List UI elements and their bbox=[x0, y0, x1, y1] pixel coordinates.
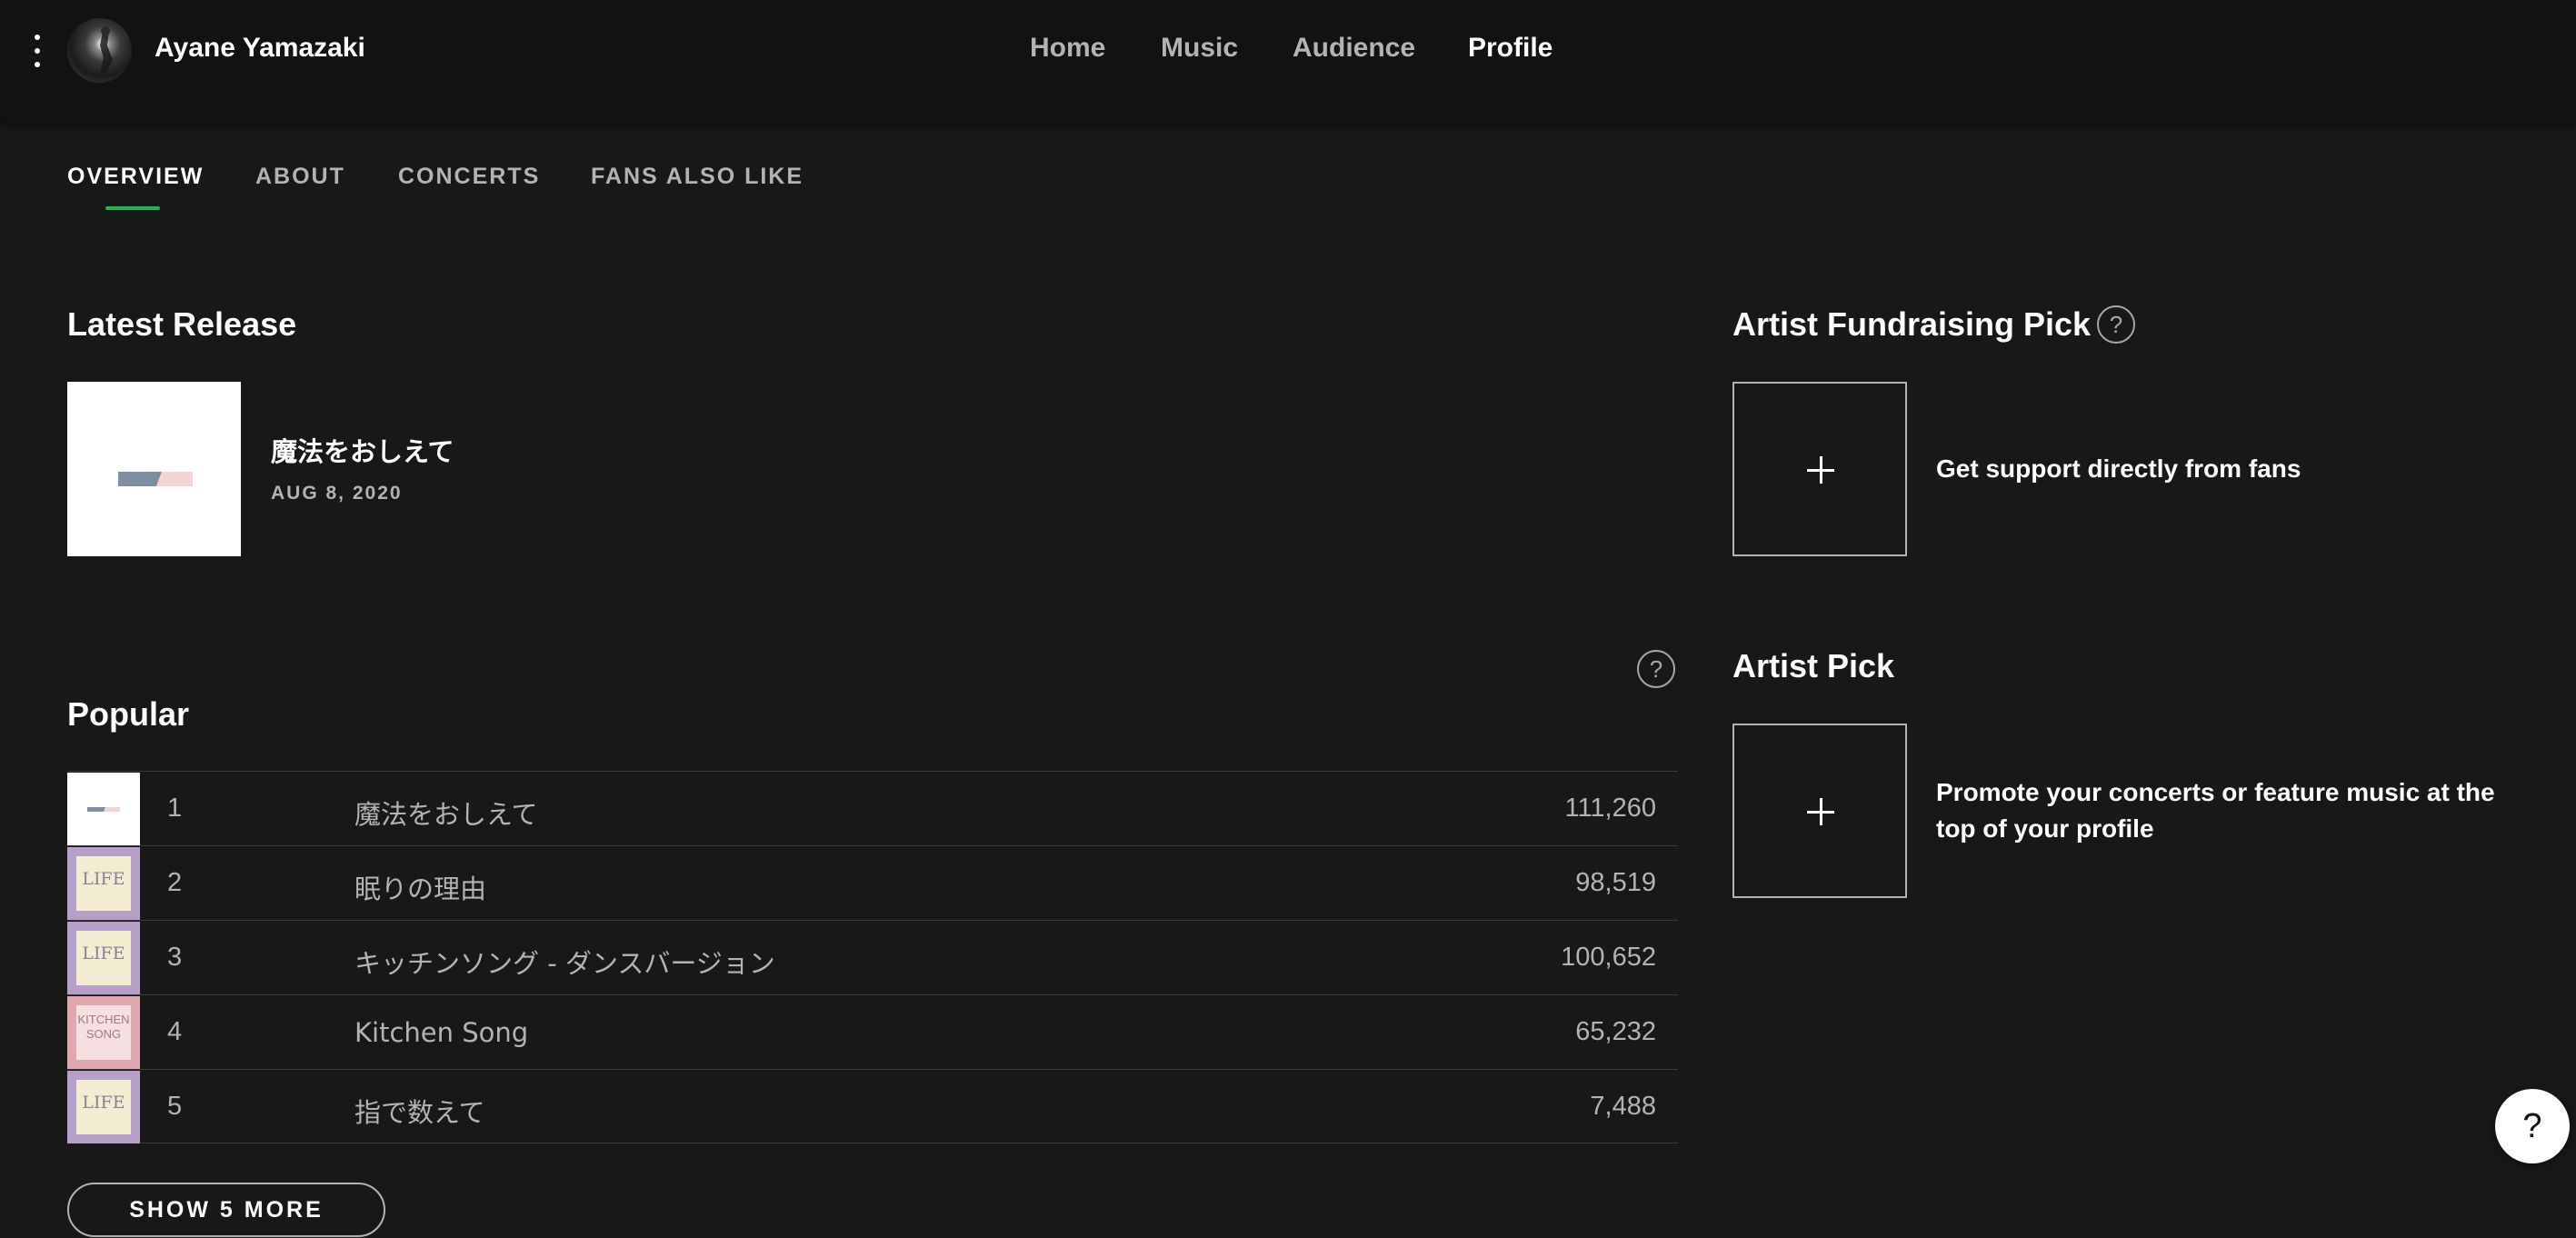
artwork-text: LIFE bbox=[82, 943, 125, 963]
track-play-count: 111,260 bbox=[1564, 794, 1656, 823]
artwork-text: LIFE bbox=[82, 869, 125, 889]
profile-tabs: OVERVIEW ABOUT CONCERTS FANS ALSO LIKE bbox=[0, 164, 909, 211]
track-rank: 4 bbox=[167, 1017, 183, 1046]
artwork-text-line: KITCHEN bbox=[77, 1013, 130, 1026]
track-play-count: 7,488 bbox=[1590, 1092, 1656, 1121]
track-play-count: 100,652 bbox=[1561, 943, 1656, 972]
track-title: 眠りの理由 bbox=[354, 874, 487, 904]
track-artwork: KITCHEN SONG bbox=[67, 996, 140, 1069]
nav-home[interactable]: Home bbox=[1030, 33, 1105, 64]
tab-fans-also-like[interactable]: FANS ALSO LIKE bbox=[591, 164, 804, 190]
track-row[interactable]: LIFE 5 指で数えて 7,488 bbox=[67, 1069, 1678, 1143]
tab-overview[interactable]: OVERVIEW bbox=[67, 164, 204, 190]
nav-profile[interactable]: Profile bbox=[1468, 33, 1553, 64]
release-date: AUG 8, 2020 bbox=[271, 483, 403, 504]
latest-release-heading: Latest Release bbox=[67, 305, 297, 343]
track-rank: 1 bbox=[167, 794, 183, 823]
popular-help-icon[interactable]: ? bbox=[1637, 650, 1675, 688]
release-title[interactable]: 魔法をおしえて bbox=[271, 431, 454, 469]
artist-pick-description: Promote your concerts or feature music a… bbox=[1936, 778, 2495, 843]
track-artwork bbox=[67, 773, 140, 845]
active-tab-indicator bbox=[105, 206, 160, 210]
tab-concerts[interactable]: CONCERTS bbox=[398, 164, 540, 190]
fundraising-heading: Artist Fundraising Pick bbox=[1732, 305, 2092, 343]
track-title: キッチンソング - ダンスバージョン bbox=[354, 948, 775, 979]
track-artwork: LIFE bbox=[67, 847, 140, 920]
track-artwork: LIFE bbox=[67, 922, 140, 994]
track-rank: 2 bbox=[167, 868, 183, 897]
nav-music[interactable]: Music bbox=[1161, 33, 1238, 64]
track-play-count: 65,232 bbox=[1575, 1017, 1656, 1046]
top-bar: Ayane Yamazaki Home Music Audience Profi… bbox=[0, 0, 2576, 122]
track-title: Kitchen Song bbox=[354, 1017, 529, 1048]
track-artwork: LIFE bbox=[67, 1071, 140, 1143]
nav-audience[interactable]: Audience bbox=[1293, 33, 1415, 64]
artwork-text: LIFE bbox=[82, 1093, 125, 1113]
track-title: 指で数えて bbox=[354, 1097, 485, 1128]
track-rank: 5 bbox=[167, 1092, 183, 1121]
show-more-button[interactable]: SHOW 5 MORE bbox=[67, 1183, 385, 1237]
track-rank: 3 bbox=[167, 943, 183, 972]
popular-track-list: 1 魔法をおしえて 111,260 LIFE 2 眠りの理由 98,519 LI… bbox=[67, 771, 1678, 1143]
add-artist-pick-button[interactable] bbox=[1732, 724, 1907, 898]
artwork-text: KITCHEN SONG bbox=[76, 1013, 131, 1042]
popular-heading: Popular bbox=[67, 695, 190, 733]
release-artwork[interactable] bbox=[67, 382, 241, 556]
fundraising-help-icon[interactable]: ? bbox=[2097, 305, 2135, 344]
artwork-text-line: SONG bbox=[85, 1027, 122, 1041]
fundraising-description: Get support directly from fans bbox=[1936, 454, 2301, 483]
track-title: 魔法をおしえて bbox=[354, 799, 538, 830]
help-button[interactable]: ? bbox=[2495, 1089, 2570, 1163]
track-row[interactable]: LIFE 3 キッチンソング - ダンスバージョン 100,652 bbox=[67, 920, 1678, 994]
main-nav: Home Music Audience Profile bbox=[0, 33, 2576, 69]
track-row[interactable]: LIFE 2 眠りの理由 98,519 bbox=[67, 845, 1678, 920]
add-fundraising-pick-button[interactable] bbox=[1732, 382, 1907, 556]
track-play-count: 98,519 bbox=[1575, 868, 1656, 897]
tab-about[interactable]: ABOUT bbox=[255, 164, 345, 190]
track-row[interactable]: 1 魔法をおしえて 111,260 bbox=[67, 771, 1678, 845]
artist-pick-heading: Artist Pick bbox=[1732, 647, 1895, 684]
track-row[interactable]: KITCHEN SONG 4 Kitchen Song 65,232 bbox=[67, 994, 1678, 1069]
